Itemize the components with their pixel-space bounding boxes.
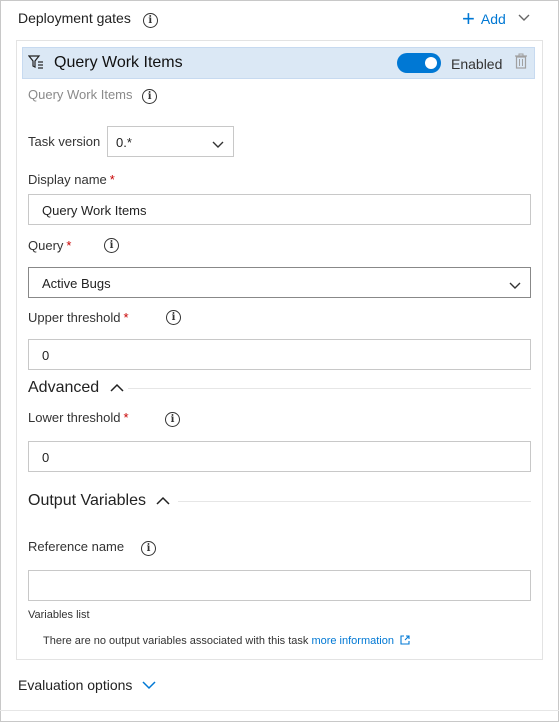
more-information-link[interactable]: more information: [311, 635, 410, 647]
info-icon[interactable]: i: [166, 310, 181, 325]
chevron-up-icon: [156, 493, 170, 508]
task-title: Query Work Items: [54, 54, 183, 71]
display-name-value: Query Work Items: [42, 203, 147, 218]
upper-threshold-label: Upper threshold *: [28, 310, 129, 325]
evaluation-options-title: Evaluation options: [18, 677, 133, 693]
external-link-icon: [400, 635, 410, 645]
advanced-section-header[interactable]: Advanced: [28, 379, 124, 397]
chevron-down-icon: [509, 279, 521, 293]
display-name-label: Display name *: [28, 172, 115, 187]
required-marker: *: [123, 310, 129, 325]
variables-list-label: Variables list: [28, 609, 90, 621]
lower-threshold-text: Lower threshold: [28, 410, 121, 425]
query-value: Active Bugs: [42, 276, 111, 291]
info-icon[interactable]: i: [104, 238, 119, 253]
output-variables-header[interactable]: Output Variables: [28, 492, 170, 510]
task-version-select[interactable]: 0.*: [107, 126, 234, 157]
plus-icon: +: [462, 6, 475, 31]
info-icon[interactable]: i: [142, 13, 158, 28]
required-marker: *: [109, 172, 115, 187]
add-label: Add: [480, 11, 506, 27]
task-version-label: Task version: [28, 134, 101, 149]
required-marker: *: [123, 410, 129, 425]
task-subtitle-label: Query Work Items: [28, 87, 133, 102]
display-name-input[interactable]: Query Work Items: [28, 194, 531, 225]
variables-empty-message: There are no output variables associated…: [43, 635, 410, 647]
trash-icon[interactable]: [514, 53, 528, 72]
info-icon[interactable]: i: [165, 412, 180, 427]
output-variables-title: Output Variables: [28, 492, 146, 509]
chevron-down-icon: [212, 138, 224, 152]
reference-name-input[interactable]: [28, 570, 531, 601]
upper-threshold-input[interactable]: 0: [28, 339, 531, 370]
info-icon[interactable]: i: [142, 89, 158, 104]
required-marker: *: [66, 238, 72, 253]
divider: [178, 501, 531, 502]
empty-message-text: There are no output variables associated…: [43, 635, 309, 647]
upper-threshold-value: 0: [42, 348, 50, 363]
chevron-up-icon: [110, 380, 124, 395]
lower-threshold-label: Lower threshold *: [28, 410, 129, 425]
info-icon[interactable]: i: [141, 541, 156, 556]
query-label: Query *: [28, 238, 71, 253]
divider: [128, 388, 531, 389]
lower-threshold-input[interactable]: 0: [28, 441, 531, 472]
deployment-gates-title: Deployment gates i: [18, 10, 158, 28]
query-select[interactable]: Active Bugs: [28, 267, 531, 298]
upper-threshold-text: Upper threshold: [28, 310, 121, 325]
task-subtitle: Query Work Items i: [28, 87, 158, 104]
add-gate-button[interactable]: + Add: [462, 8, 530, 30]
reference-name-label: Reference name: [28, 539, 125, 554]
enabled-label: Enabled: [451, 56, 503, 72]
enabled-toggle[interactable]: [397, 53, 441, 73]
advanced-title: Advanced: [28, 379, 100, 396]
evaluation-options-header[interactable]: Evaluation options: [18, 677, 156, 693]
display-name-text: Display name: [28, 172, 107, 187]
toggle-knob: [425, 57, 437, 69]
divider: [0, 710, 559, 711]
query-text: Query: [28, 238, 64, 253]
task-version-value: 0.*: [116, 135, 132, 150]
lower-threshold-value: 0: [42, 450, 50, 465]
chevron-down-icon: [518, 13, 530, 25]
deployment-gates-label: Deployment gates: [18, 10, 131, 26]
chevron-down-icon: [142, 677, 156, 693]
filter-icon: [27, 55, 44, 72]
more-information-text: more information: [311, 635, 394, 647]
